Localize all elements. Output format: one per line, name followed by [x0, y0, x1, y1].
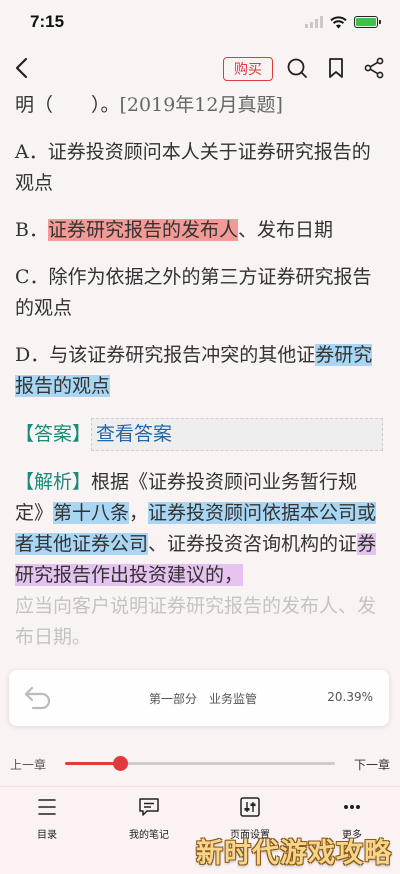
watermark-text: 新时代游戏攻略 [196, 838, 392, 869]
slider-fill [65, 762, 121, 765]
progress-card: 第一部分 业务监管 20.39% [9, 670, 389, 726]
wifi-icon [330, 15, 347, 28]
return-arrow-icon[interactable] [23, 684, 53, 710]
battery-icon [354, 16, 381, 28]
option-a: A．证券投资顾问本人关于证券研究报告的观点 [15, 141, 371, 194]
status-icons [305, 15, 381, 29]
option-d: D．与该证券研究报告冲突的其他证券研究报告的观点 [15, 344, 373, 397]
settings-sliders-icon [240, 797, 260, 817]
chapter-slider-row: 上一章 下一章 [0, 748, 400, 778]
highlight-red[interactable]: 证券研究报告的发布人 [47, 219, 238, 241]
buy-button[interactable]: 购买 [223, 57, 273, 81]
analysis-paragraph: 【解析】根据《证券投资顾问业务暂行规定》第十八条，证券投资顾问依据本公司或者其他… [15, 471, 377, 586]
status-bar: 7:15 [0, 0, 400, 44]
more-dots-icon [344, 805, 360, 809]
view-answer-button[interactable]: 查看答案 [91, 418, 384, 451]
chapter-name: 第一部分 业务监管 [149, 692, 258, 706]
option-c: C．除作为依据之外的第三方证券研究报告的观点 [15, 266, 372, 319]
tab-label: 目录 [37, 830, 57, 841]
prev-chapter-button[interactable]: 上一章 [10, 756, 46, 773]
status-time: 7:15 [30, 12, 65, 31]
option-b: B．证券研究报告的发布人、发布日期 [15, 219, 333, 241]
answer-tag: 【答案】 [15, 423, 92, 445]
question-stem-end: 明（ ）。[2019年12月真题] [15, 94, 283, 116]
answer-row: 【答案】 查看答案 [15, 418, 385, 451]
menu-list-icon [38, 799, 56, 815]
progress-slider[interactable] [65, 756, 335, 771]
exam-source: [2019年12月真题] [119, 94, 283, 116]
tab-catalog[interactable]: 目录 [7, 797, 87, 842]
reading-content: 明（ ）。[2019年12月真题] A．证券投资顾问本人关于证券研究报告的观点 … [0, 90, 400, 730]
back-arrow-icon[interactable] [10, 56, 34, 80]
progress-percent: 20.39% [327, 690, 373, 704]
search-icon[interactable] [285, 56, 309, 80]
cellular-signal-icon [305, 16, 323, 28]
highlight-blue[interactable]: 第十八条 [53, 502, 130, 524]
reader-toolbar: 购买 [0, 48, 400, 90]
analysis-tag: 【解析】 [15, 471, 92, 493]
slider-thumb[interactable] [113, 756, 129, 771]
share-icon[interactable] [362, 56, 386, 80]
tab-my-notes[interactable]: 我的笔记 [109, 797, 189, 842]
next-chapter-button[interactable]: 下一章 [354, 756, 390, 773]
note-icon [139, 798, 159, 816]
tab-label: 我的笔记 [129, 830, 169, 841]
faded-text: 应当向客户说明证券研究报告的发布人、发布日期。 [15, 595, 377, 648]
bookmark-icon[interactable] [324, 56, 348, 80]
